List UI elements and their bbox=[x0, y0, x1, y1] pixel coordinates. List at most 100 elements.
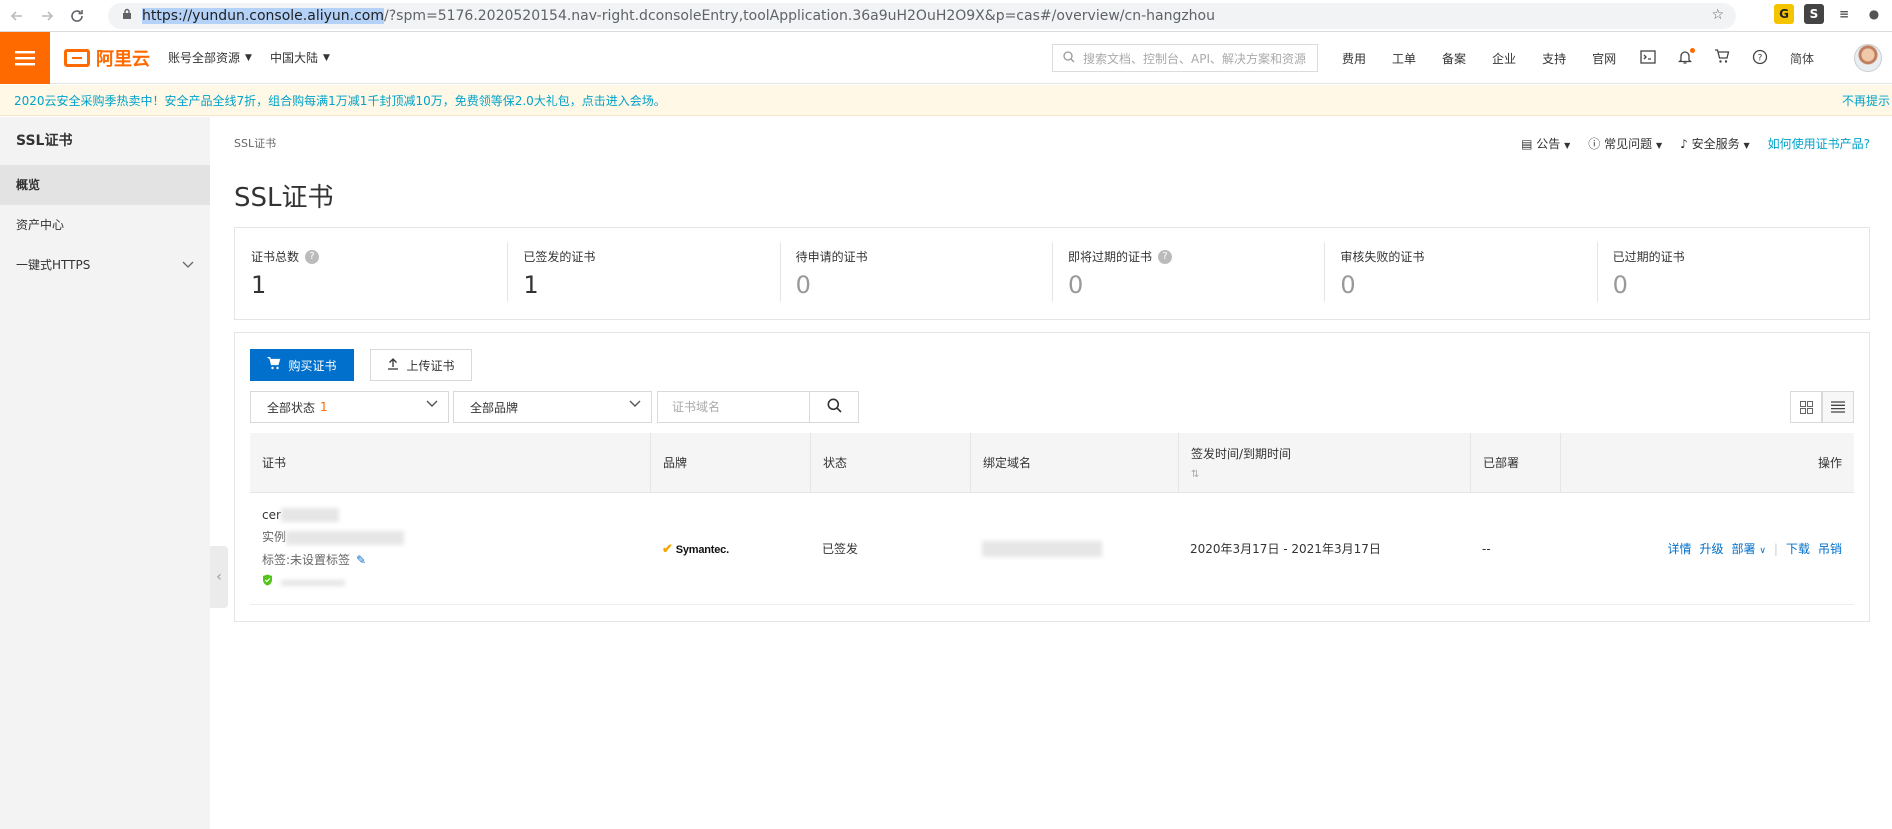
back-icon[interactable] bbox=[4, 3, 30, 29]
profile-icon[interactable]: ● bbox=[1864, 4, 1884, 24]
avatar[interactable] bbox=[1854, 44, 1882, 72]
cart-icon[interactable] bbox=[1714, 49, 1730, 67]
grid-view-icon[interactable] bbox=[1790, 391, 1822, 423]
sidebar-item-label: 资产中心 bbox=[16, 218, 65, 232]
promo-dismiss-link[interactable]: 不再提示 bbox=[1842, 92, 1890, 109]
sidebar-item-overview[interactable]: 概览 bbox=[0, 165, 210, 205]
announcement-menu[interactable]: ▤ 公告 ▼ bbox=[1521, 135, 1570, 152]
lock-icon bbox=[122, 8, 132, 24]
address-bar[interactable]: https://yundun.console.aliyun.com/?spm=5… bbox=[108, 3, 1736, 29]
caret-down-icon: ▼ bbox=[245, 52, 252, 63]
list-view-icon[interactable] bbox=[1822, 391, 1854, 423]
column-deployed: 已部署 bbox=[1470, 433, 1560, 492]
account-select[interactable]: 账号全部资源 ▼ bbox=[168, 49, 252, 66]
upgrade-link[interactable]: 升级 bbox=[1699, 540, 1723, 557]
buy-certificate-button[interactable]: 购买证书 bbox=[250, 349, 354, 381]
column-actions: 操作 bbox=[1560, 433, 1854, 492]
terminal-icon[interactable] bbox=[1640, 49, 1656, 67]
forward-icon[interactable] bbox=[34, 3, 60, 29]
sidebar-item-assets[interactable]: 资产中心 bbox=[0, 205, 210, 245]
stat-pending[interactable]: 待申请的证书 0 bbox=[779, 228, 1052, 319]
help-circle-icon[interactable]: ? bbox=[1158, 249, 1172, 264]
sidebar-collapse-toggle[interactable]: ‹ bbox=[210, 546, 228, 608]
top-link-icp[interactable]: 备案 bbox=[1442, 50, 1466, 67]
top-link-tickets[interactable]: 工单 bbox=[1392, 50, 1416, 67]
edit-icon[interactable]: ✎ bbox=[356, 553, 366, 567]
help-link[interactable]: 如何使用证书产品? bbox=[1768, 135, 1870, 152]
top-link-support[interactable]: 支持 bbox=[1542, 50, 1566, 67]
shield-check-icon bbox=[262, 574, 277, 589]
stat-label: 即将过期的证书 bbox=[1067, 250, 1152, 264]
security-services-menu[interactable]: ♪ 安全服务 ▼ bbox=[1680, 135, 1750, 152]
top-icons: ? 简体 bbox=[1640, 32, 1814, 84]
s-extension-icon[interactable]: S bbox=[1804, 4, 1824, 24]
chevron-down-icon bbox=[629, 400, 641, 411]
stat-expired[interactable]: 已过期的证书 0 bbox=[1596, 228, 1869, 319]
global-search[interactable]: 搜索文档、控制台、API、解决方案和资源 bbox=[1052, 44, 1318, 72]
certificate-name-text: cer bbox=[262, 507, 281, 522]
faq-label: 常见问题 bbox=[1604, 137, 1653, 151]
reading-list-icon[interactable]: ≡ bbox=[1834, 4, 1854, 24]
search-button[interactable] bbox=[809, 391, 859, 423]
breadcrumb[interactable]: SSL证书 bbox=[234, 135, 276, 151]
domain-search-input[interactable] bbox=[657, 391, 809, 423]
region-select[interactable]: 中国大陆 ▼ bbox=[270, 49, 330, 66]
deploy-menu[interactable]: 部署 ∨ bbox=[1731, 540, 1765, 557]
upload-icon bbox=[387, 357, 399, 373]
sort-icon[interactable]: ⇅ bbox=[1191, 469, 1199, 480]
sidebar-item-https[interactable]: 一键式HTTPS bbox=[0, 245, 210, 285]
brand-cell: ✔ Symantec. bbox=[650, 493, 810, 604]
menu-icon[interactable] bbox=[0, 31, 50, 84]
stat-value: 1 bbox=[523, 271, 539, 299]
stat-label: 待申请的证书 bbox=[795, 250, 868, 264]
certificate-tags: 标签:未设置标签 ✎ bbox=[262, 551, 366, 568]
check-icon: ✔ bbox=[662, 540, 673, 556]
domain-cell bbox=[970, 493, 1178, 604]
upload-certificate-label: 上传证书 bbox=[406, 358, 455, 373]
grammarly-extension-icon[interactable]: G bbox=[1774, 4, 1794, 24]
stat-failed[interactable]: 审核失败的证书 0 bbox=[1324, 228, 1596, 319]
table-header: 证书 品牌 状态 绑定域名 签发时间/到期时间 ⇅ 已部署 操作 bbox=[250, 433, 1854, 493]
language-select[interactable]: 简体 bbox=[1790, 50, 1814, 67]
stat-expiring[interactable]: 即将过期的证书? 0 bbox=[1051, 228, 1324, 319]
brand-filter-select[interactable]: 全部品牌 bbox=[453, 391, 652, 423]
cart-icon bbox=[267, 356, 281, 373]
column-validity[interactable]: 签发时间/到期时间 ⇅ bbox=[1178, 433, 1470, 492]
sidebar: SSL证书 概览 资产中心 一键式HTTPS bbox=[0, 117, 210, 829]
faq-menu[interactable]: ⓘ 常见问题 ▼ bbox=[1588, 135, 1662, 152]
stat-total[interactable]: 证书总数? 1 bbox=[235, 228, 507, 319]
global-search-placeholder: 搜索文档、控制台、API、解决方案和资源 bbox=[1083, 51, 1306, 66]
details-link[interactable]: 详情 bbox=[1667, 540, 1691, 557]
announcement-icon: ▤ bbox=[1521, 137, 1533, 151]
promo-text[interactable]: 2020云安全采购季热卖中！安全产品全线7折，组合购每满1万减1千封顶减10万，… bbox=[14, 92, 666, 109]
revoke-link[interactable]: 吊销 bbox=[1818, 540, 1842, 557]
status-filter-label: 全部状态 bbox=[267, 400, 316, 415]
status-cell: 已签发 bbox=[822, 542, 859, 556]
certificate-name[interactable]: cer bbox=[262, 508, 339, 523]
aliyun-logo-icon bbox=[64, 48, 90, 67]
help-icon[interactable]: ? bbox=[1752, 49, 1768, 68]
url-host: https://yundun.console.aliyun.com bbox=[142, 8, 384, 24]
download-link[interactable]: 下载 bbox=[1786, 540, 1810, 557]
announcement-label: 公告 bbox=[1536, 137, 1561, 151]
stat-label: 审核失败的证书 bbox=[1340, 250, 1425, 264]
status-filter-select[interactable]: 全部状态 1 bbox=[250, 391, 449, 423]
upload-certificate-button[interactable]: 上传证书 bbox=[370, 349, 472, 381]
reload-icon[interactable] bbox=[64, 3, 90, 29]
validity-cell: 2020年3月17日 - 2021年3月17日 bbox=[1190, 542, 1381, 556]
browser-toolbar: https://yundun.console.aliyun.com/?spm=5… bbox=[0, 0, 1892, 32]
status-filter-count: 1 bbox=[320, 400, 328, 414]
logo-text: 阿里云 bbox=[96, 48, 150, 70]
header-actions: ▤ 公告 ▼ ⓘ 常见问题 ▼ ♪ 安全服务 ▼ 如何使用证书产品? bbox=[1521, 135, 1870, 152]
top-link-enterprise[interactable]: 企业 bbox=[1492, 50, 1516, 67]
top-link-fees[interactable]: 费用 bbox=[1342, 50, 1366, 67]
search-icon bbox=[1063, 50, 1075, 66]
bell-icon[interactable] bbox=[1677, 47, 1695, 68]
bookmark-star-icon[interactable]: ☆ bbox=[1711, 7, 1724, 23]
help-circle-icon[interactable]: ? bbox=[305, 249, 320, 264]
svg-text:?: ? bbox=[1758, 53, 1763, 63]
stat-value: 0 bbox=[1340, 271, 1356, 299]
aliyun-logo[interactable]: 阿里云 bbox=[64, 45, 150, 71]
stat-issued[interactable]: 已签发的证书 1 bbox=[507, 228, 779, 319]
top-link-official[interactable]: 官网 bbox=[1592, 50, 1616, 67]
